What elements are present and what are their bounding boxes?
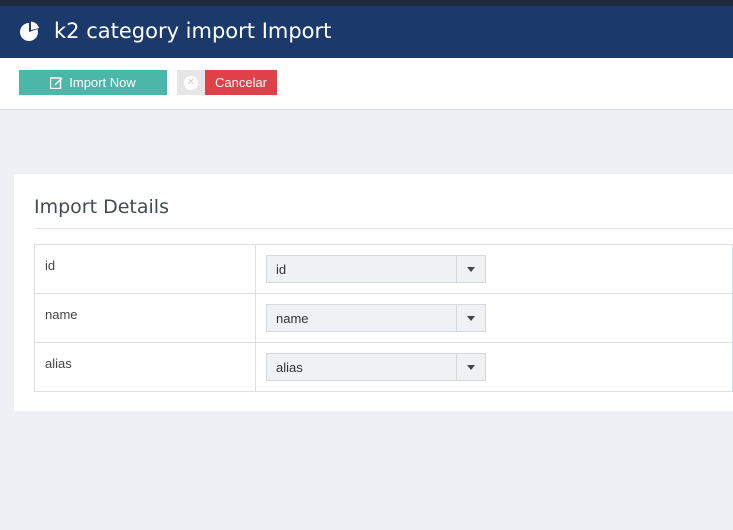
field-label: id [34,244,256,294]
page-title: k2 category import Import [54,19,332,43]
pie-chart-icon [20,21,39,41]
table-row: alias alias [34,342,733,392]
edit-icon [50,77,63,89]
select-value: name [276,310,309,326]
select-value: alias [276,359,303,375]
field-select-id[interactable]: id [266,255,486,283]
field-select-alias[interactable]: alias [266,353,486,381]
cancel-label: Cancelar [214,75,268,90]
select-value: id [276,261,287,277]
toolbar: Import Now ✕ Cancelar [0,58,733,110]
import-now-button[interactable]: Import Now [19,70,167,95]
field-label: name [34,293,256,343]
field-label: alias [34,342,256,392]
panel-heading: Import Details [34,196,169,218]
field-mapping-table: id id name name alias alias [34,244,733,392]
import-now-label: Import Now [69,75,136,90]
chevron-down-icon[interactable] [456,354,485,380]
cancel-button[interactable]: Cancelar [205,70,277,95]
chevron-down-icon[interactable] [456,256,485,282]
chevron-down-icon[interactable] [456,305,485,331]
table-row: id id [34,244,733,294]
divider [34,228,733,229]
field-select-name[interactable]: name [266,304,486,332]
page-header: k2 category import Import [0,6,733,58]
close-circle-icon[interactable]: ✕ [177,70,205,95]
cancel-button-group: ✕ Cancelar [177,70,277,95]
import-details-panel: Import Details id id name name alias ali… [14,174,733,411]
table-row: name name [34,293,733,343]
